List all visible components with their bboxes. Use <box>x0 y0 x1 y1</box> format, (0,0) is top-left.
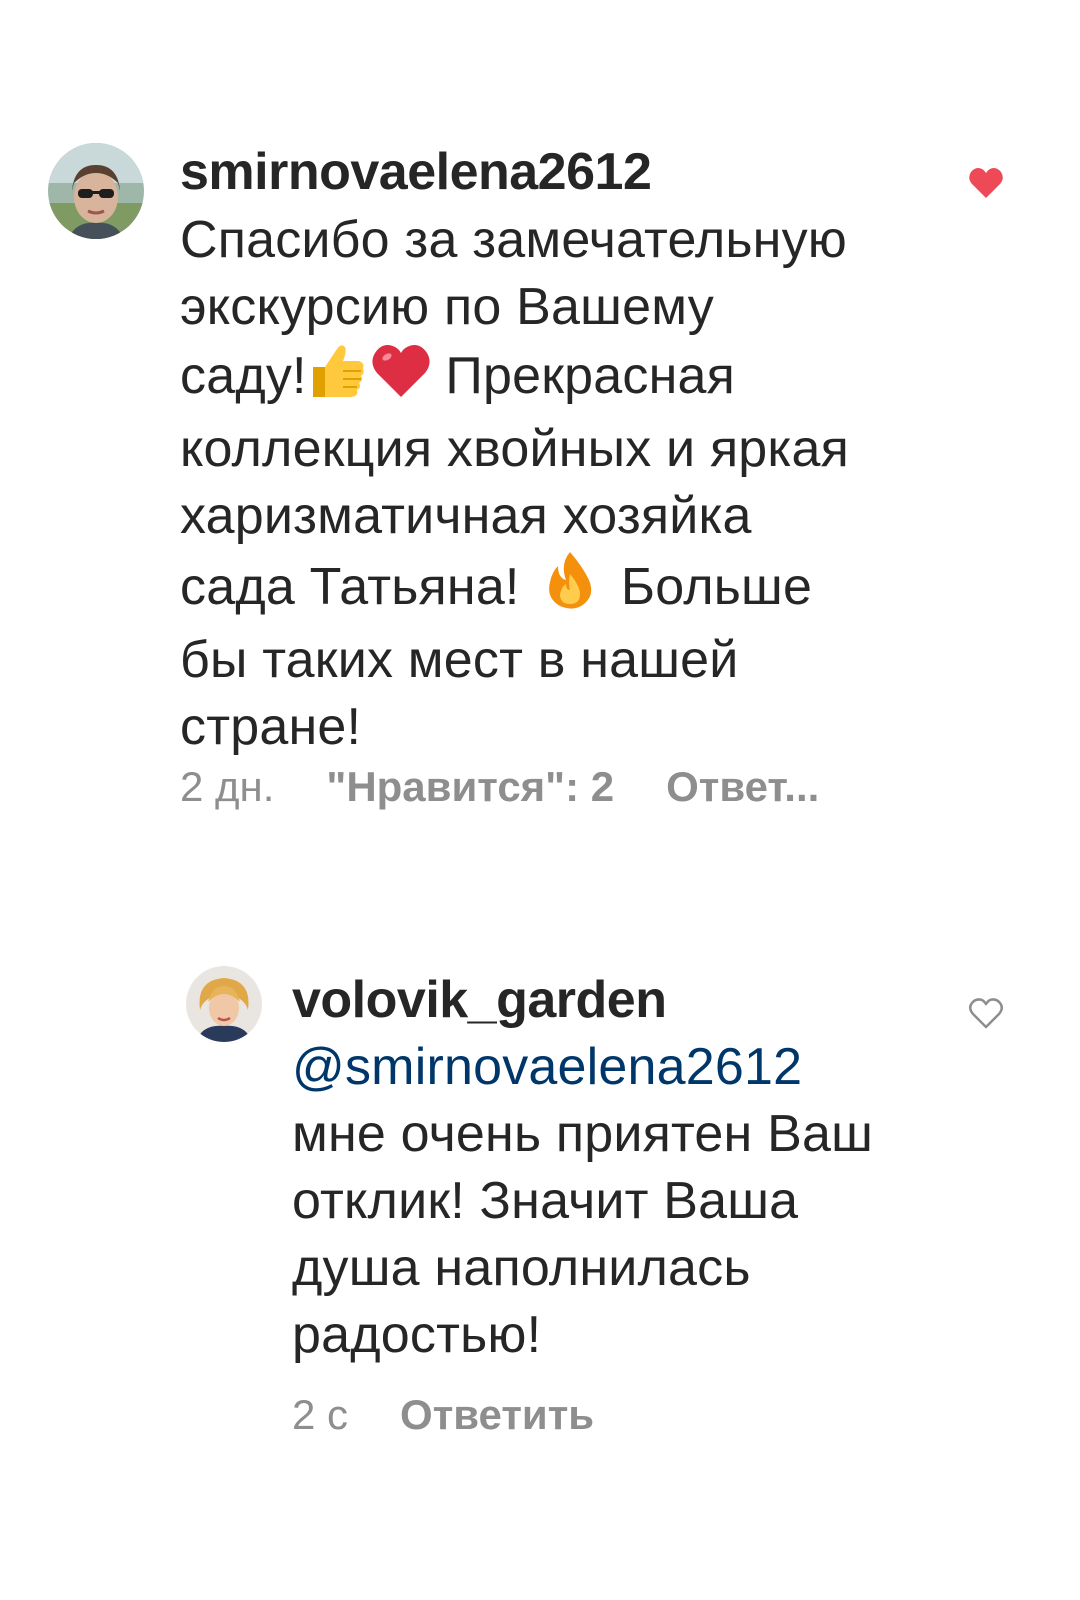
comment-text-line: экскурсию по Вашему <box>180 278 714 336</box>
comment-text: @smirnovaelena2612 мне очень приятен Ваш… <box>292 1034 992 1369</box>
comment-text: Спасибо за замечательную экскурсию по Ва… <box>180 207 980 761</box>
comment-text-segment: Прекрасная <box>445 347 735 405</box>
red-heart-icon <box>371 343 431 416</box>
comment-text-line: стране! <box>180 698 362 756</box>
fire-icon <box>544 550 596 627</box>
comment-text-segment: сада Татьяна! <box>180 558 520 616</box>
comment-text-line: радостью! <box>292 1306 542 1364</box>
reply-button[interactable]: Ответить <box>400 1390 594 1440</box>
comment-text-line: отклик! Значит Ваша <box>292 1172 799 1230</box>
comment-text-line: сада Татьяна! Больше <box>180 550 980 627</box>
comment-text-line: саду! Прекрасная <box>180 341 980 416</box>
comment-text-line: харизматичная хозяйка <box>180 487 752 545</box>
thumbs-up-icon <box>307 341 367 416</box>
comment-text-line: @smirnovaelena2612 <box>292 1034 992 1101</box>
avatar[interactable] <box>48 143 144 239</box>
comment-timestamp: 2 с <box>292 1391 349 1438</box>
comment-timestamp: 2 дн. <box>180 763 275 810</box>
comment-1: smirnovaelena2612 Спасибо за замечательн… <box>0 0 1080 860</box>
comment-text-line: Спасибо за замечательную <box>180 211 847 269</box>
comment-2: volovik_garden @smirnovaelena2612 мне оч… <box>0 900 1080 1500</box>
reply-button[interactable]: Ответ... <box>666 762 819 812</box>
comment-text-segment: саду! <box>180 347 307 405</box>
avatar[interactable] <box>186 966 262 1042</box>
comment-meta: 2 с Ответить <box>292 1390 594 1440</box>
comment-username[interactable]: volovik_garden <box>292 970 667 1030</box>
comment-meta: 2 дн. "Нравится": 2 Ответ... <box>180 762 819 812</box>
comment-text-line: бы таких мест в нашей <box>180 631 739 689</box>
comment-username[interactable]: smirnovaelena2612 <box>180 142 652 202</box>
comment-text-segment: Больше <box>620 558 813 616</box>
likes-count-button[interactable]: "Нравится": 2 <box>326 762 614 812</box>
comment-text-line: душа наполнилась <box>292 1239 751 1297</box>
mention-link[interactable]: @smirnovaelena2612 <box>292 1038 802 1096</box>
comment-text-line: коллекция хвойных и яркая <box>180 420 849 478</box>
heart-filled-icon[interactable] <box>968 166 1004 202</box>
comment-text-line: мне очень приятен Ваш <box>292 1105 873 1163</box>
heart-outline-icon[interactable] <box>968 996 1004 1032</box>
